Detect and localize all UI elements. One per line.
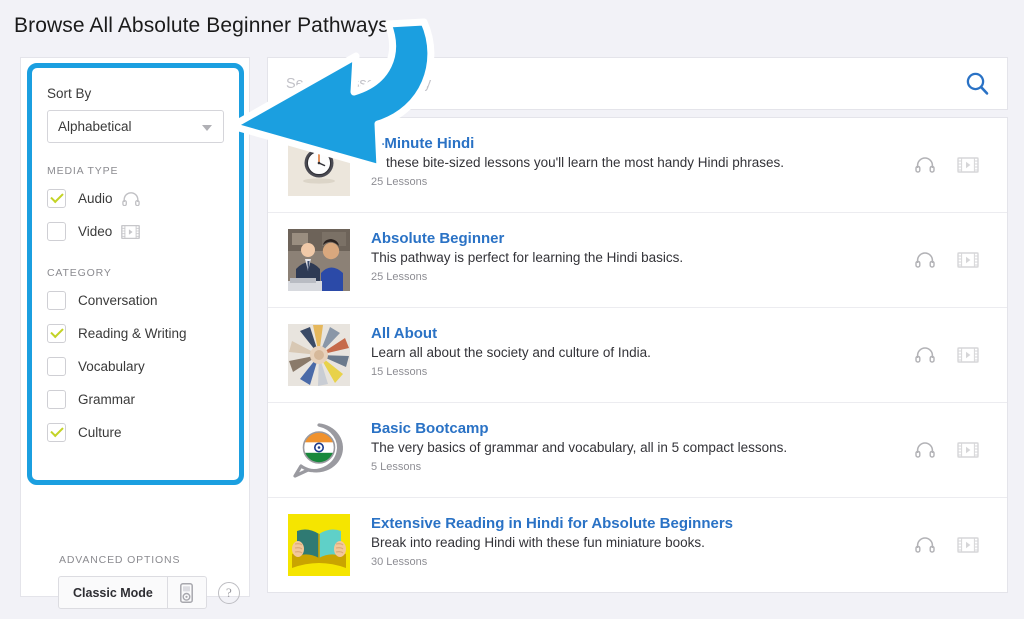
checkbox-culture[interactable] (47, 423, 66, 442)
lesson-info: Absolute Beginner This pathway is perfec… (371, 229, 915, 283)
headphones-icon[interactable] (915, 347, 935, 363)
clock-thumbnail (288, 134, 350, 196)
speech-bubble-india-flag-thumbnail (288, 419, 350, 481)
table-row[interactable]: All About Learn all about the society an… (268, 308, 1007, 403)
lesson-description: This pathway is perfect for learning the… (371, 250, 684, 265)
lesson-title-link[interactable]: Basic Bootcamp (371, 420, 915, 437)
filter-option-culture[interactable]: Culture (47, 419, 224, 446)
lesson-media-icons (915, 441, 979, 459)
checkbox-label-video: Video (78, 224, 113, 239)
filter-option-vocabulary[interactable]: Vocabulary (47, 353, 224, 380)
chevron-down-icon (202, 124, 212, 131)
business-people-photo-thumbnail (288, 229, 350, 291)
film-strip-icon[interactable] (957, 536, 979, 554)
search-bar (267, 57, 1008, 110)
checkbox-vocabulary[interactable] (47, 357, 66, 376)
headphones-icon (121, 191, 140, 206)
checkbox-label-reading-writing: Reading & Writing (78, 326, 187, 341)
lesson-info: 3-Minute Hindi In these bite-sized lesso… (371, 134, 915, 188)
headphones-icon[interactable] (915, 537, 935, 553)
classic-mode-button[interactable]: Classic Mode (58, 576, 207, 609)
sort-by-value: Alphabetical (58, 119, 132, 134)
lesson-count: 15 Lessons (371, 366, 428, 378)
lesson-media-icons (915, 536, 979, 554)
checkbox-reading-writing[interactable] (47, 324, 66, 343)
open-book-thumbnail (288, 514, 350, 576)
search-button[interactable] (963, 70, 991, 98)
question-mark-icon[interactable]: ? (217, 581, 240, 604)
table-row[interactable]: Extensive Reading in Hindi for Absolute … (268, 498, 1007, 592)
sort-by-filter-panel: Sort By Alphabetical Media Type Audio Vi… (27, 63, 244, 485)
table-row[interactable]: Basic Bootcamp The very basics of gramma… (268, 403, 1007, 498)
lesson-info: Basic Bootcamp The very basics of gramma… (371, 419, 915, 473)
lesson-count: 25 Lessons (371, 271, 428, 283)
lesson-info: Extensive Reading in Hindi for Absolute … (371, 514, 915, 568)
checkbox-label-audio: Audio (78, 191, 113, 206)
headphones-icon[interactable] (915, 442, 935, 458)
lesson-description: In these bite-sized lessons you'll learn… (371, 155, 785, 170)
page-title: Browse All Absolute Beginner Pathways (14, 14, 389, 37)
film-strip-icon (121, 224, 141, 240)
film-strip-icon[interactable] (957, 346, 979, 364)
ipod-icon (166, 577, 206, 608)
lesson-title-link[interactable]: 3-Minute Hindi (371, 135, 915, 152)
lesson-description: Learn all about the society and culture … (371, 345, 651, 360)
sort-by-select[interactable]: Alphabetical (47, 110, 224, 143)
lesson-list: 3-Minute Hindi In these bite-sized lesso… (267, 117, 1008, 593)
classic-mode-label: Classic Mode (73, 585, 153, 600)
film-strip-icon[interactable] (957, 441, 979, 459)
headphones-icon[interactable] (915, 157, 935, 173)
lesson-description: The very basics of grammar and vocabular… (371, 440, 788, 455)
lesson-count: 30 Lessons (371, 556, 428, 568)
lesson-count: 25 Lessons (371, 176, 428, 188)
main-content: 3-Minute Hindi In these bite-sized lesso… (267, 57, 1008, 593)
advanced-options-heading: Advanced Options (59, 554, 181, 566)
lesson-media-icons (915, 251, 979, 269)
advanced-options-controls: Classic Mode ? (58, 576, 240, 609)
lesson-media-icons (915, 346, 979, 364)
filter-option-audio[interactable]: Audio (47, 185, 224, 212)
checkbox-label-grammar: Grammar (78, 392, 135, 407)
lesson-info: All About Learn all about the society an… (371, 324, 915, 378)
film-strip-icon[interactable] (957, 156, 979, 174)
checkbox-label-culture: Culture (78, 425, 122, 440)
lesson-title-link[interactable]: Absolute Beginner (371, 230, 915, 247)
checkbox-label-vocabulary: Vocabulary (78, 359, 145, 374)
checkbox-label-conversation: Conversation (78, 293, 158, 308)
lesson-description: Break into reading Hindi with these fun … (371, 535, 705, 550)
lesson-media-icons (915, 156, 979, 174)
film-strip-icon[interactable] (957, 251, 979, 269)
filter-option-conversation[interactable]: Conversation (47, 287, 224, 314)
headphones-icon[interactable] (915, 252, 935, 268)
filter-option-grammar[interactable]: Grammar (47, 386, 224, 413)
checkbox-audio[interactable] (47, 189, 66, 208)
joined-hands-photo-thumbnail (288, 324, 350, 386)
category-heading: Category (47, 267, 112, 279)
search-icon (966, 72, 989, 95)
media-type-heading: Media Type (47, 165, 119, 177)
table-row[interactable]: 3-Minute Hindi In these bite-sized lesso… (268, 118, 1007, 213)
checkbox-conversation[interactable] (47, 291, 66, 310)
sort-by-label: Sort By (47, 86, 92, 101)
search-input[interactable] (284, 74, 928, 93)
checkbox-grammar[interactable] (47, 390, 66, 409)
filter-option-video[interactable]: Video (47, 218, 224, 245)
lesson-title-link[interactable]: Extensive Reading in Hindi for Absolute … (371, 515, 915, 532)
lesson-count: 5 Lessons (371, 461, 422, 473)
checkbox-video[interactable] (47, 222, 66, 241)
lesson-title-link[interactable]: All About (371, 325, 915, 342)
filter-option-reading-writing[interactable]: Reading & Writing (47, 320, 224, 347)
table-row[interactable]: Absolute Beginner This pathway is perfec… (268, 213, 1007, 308)
